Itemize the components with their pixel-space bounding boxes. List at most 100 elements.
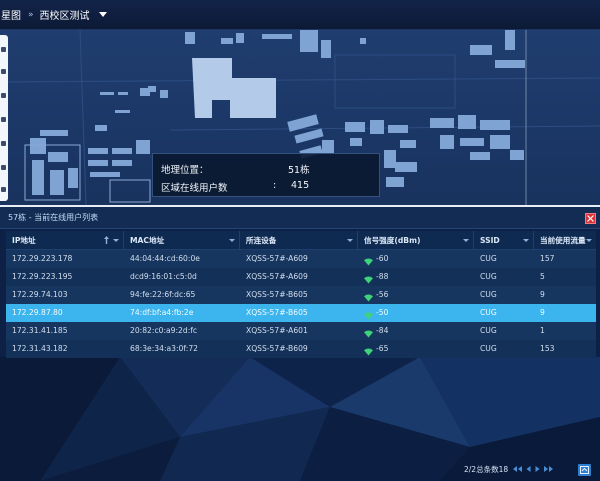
close-button[interactable] xyxy=(585,213,596,224)
map-building[interactable] xyxy=(50,170,64,195)
map-building[interactable] xyxy=(112,160,132,166)
map-building[interactable] xyxy=(221,38,233,44)
first-page-icon[interactable] xyxy=(513,466,523,472)
map-building[interactable] xyxy=(300,30,318,52)
online-users-table: IP地址 MAC地址 所连设备 信号强度(dBm) SSID 当前使用流量 17… xyxy=(6,231,596,358)
cell-device: XQSS-57#-B605 xyxy=(240,304,358,322)
map-building[interactable] xyxy=(30,138,46,154)
map-building[interactable] xyxy=(490,135,510,149)
column-header-label: MAC地址 xyxy=(130,236,165,245)
column-dropdown-icon[interactable] xyxy=(229,239,235,242)
map-building[interactable] xyxy=(495,60,525,68)
location-label: 地理位置： xyxy=(161,165,209,176)
map-building[interactable] xyxy=(430,118,454,128)
map-tool-icon[interactable] xyxy=(1,141,6,146)
map-building[interactable] xyxy=(68,168,78,188)
prev-page-icon[interactable] xyxy=(526,466,531,472)
map-building[interactable] xyxy=(160,90,168,98)
map-building[interactable] xyxy=(322,140,334,154)
next-page-icon[interactable] xyxy=(535,466,540,472)
cell-signal: -60 xyxy=(358,250,474,268)
table-row[interactable]: 172.29.74.103 94:fe:22:6f:dc:65 XQSS-57#-B… xyxy=(6,286,596,304)
map-building[interactable] xyxy=(360,38,366,44)
column-header-ip[interactable]: IP地址 xyxy=(6,231,124,250)
column-dropdown-icon[interactable] xyxy=(113,239,119,242)
map-building[interactable] xyxy=(345,122,365,132)
sort-asc-icon[interactable] xyxy=(104,236,109,244)
map-tool-icon[interactable] xyxy=(1,187,6,192)
map-building[interactable] xyxy=(185,32,195,44)
map-building[interactable] xyxy=(48,152,68,162)
map-building[interactable] xyxy=(480,120,510,130)
column-dropdown-icon[interactable] xyxy=(463,239,469,242)
cell-text: XQSS-57#-A601 xyxy=(246,326,308,335)
map-building[interactable] xyxy=(95,125,107,131)
map-road xyxy=(79,30,87,205)
map-building[interactable] xyxy=(400,140,416,148)
map-building[interactable] xyxy=(294,128,324,144)
cell-traffic: 157 xyxy=(534,250,596,268)
map-building[interactable] xyxy=(350,138,362,146)
column-dropdown-icon[interactable] xyxy=(586,239,592,242)
area-selector[interactable]: 西校区测试 xyxy=(40,7,90,22)
map-building[interactable] xyxy=(88,148,108,154)
table-row[interactable]: 172.29.223.195 dcd9:16:01:c5:0d XQSS-57#-A… xyxy=(6,268,596,286)
map-building[interactable] xyxy=(440,135,454,149)
map-building[interactable] xyxy=(470,45,492,55)
map-building[interactable] xyxy=(40,130,68,136)
export-icon xyxy=(580,466,589,474)
map-building[interactable] xyxy=(136,140,150,154)
cell-signal: -88 xyxy=(358,268,474,286)
map-building[interactable] xyxy=(321,40,331,58)
column-dropdown-icon[interactable] xyxy=(523,239,529,242)
map-building[interactable] xyxy=(88,160,108,166)
map-building[interactable] xyxy=(384,150,396,168)
map-building[interactable] xyxy=(388,125,408,133)
map-building[interactable] xyxy=(460,138,484,146)
map-tool-icon[interactable] xyxy=(1,47,6,52)
table-row[interactable]: 172.29.223.178 44:04:44:cd:60:0e XQSS-57#-… xyxy=(6,250,596,268)
wifi-signal-icon xyxy=(364,291,373,302)
map-building[interactable] xyxy=(370,120,384,134)
cell-ssid: CUG xyxy=(474,268,534,286)
map-building[interactable] xyxy=(510,150,524,160)
table-row[interactable]: 172.31.43.182 68:3e:34:a3:0f:72 XQSS-57#-B… xyxy=(6,340,596,358)
map-building[interactable] xyxy=(236,33,244,43)
map-building[interactable] xyxy=(100,92,114,95)
column-dropdown-icon[interactable] xyxy=(347,239,353,242)
map-tool-icon[interactable] xyxy=(1,117,6,122)
export-button[interactable] xyxy=(578,464,591,476)
column-header-traffic[interactable]: 当前使用流量 xyxy=(534,231,596,250)
cell-text: -88 xyxy=(376,272,389,281)
cell-text: 9 xyxy=(540,308,545,317)
map-building[interactable] xyxy=(386,177,404,187)
table-row[interactable]: 172.29.87.80 74:df:bf:a4:fb:2e XQSS-57#-B6… xyxy=(6,304,596,322)
table-row[interactable]: 172.31.41.185 20:82:c0:a9:2d:fc XQSS-57#-A… xyxy=(6,322,596,340)
map-building[interactable] xyxy=(395,162,417,172)
map-tool-icon[interactable] xyxy=(1,165,6,170)
map-building[interactable] xyxy=(458,115,476,129)
last-page-icon[interactable] xyxy=(544,466,554,472)
map-building[interactable] xyxy=(470,152,490,160)
cell-text: 44:04:44:cd:60:0e xyxy=(130,254,200,263)
column-header-mac[interactable]: MAC地址 xyxy=(124,231,240,250)
app-title[interactable]: 星图 xyxy=(1,7,21,22)
map-building[interactable] xyxy=(90,172,120,177)
map-building[interactable] xyxy=(118,92,128,95)
column-header-signal[interactable]: 信号强度(dBm) xyxy=(358,231,474,250)
column-header-label: 所连设备 xyxy=(246,236,277,245)
map-tool-icon[interactable] xyxy=(1,93,6,98)
map-building-highlighted[interactable] xyxy=(192,58,276,118)
map-building[interactable] xyxy=(505,30,515,50)
map-building[interactable] xyxy=(262,34,292,39)
map-building[interactable] xyxy=(140,88,150,96)
map-tool-icon[interactable] xyxy=(1,69,6,74)
map-building[interactable] xyxy=(32,160,44,195)
column-header-ssid[interactable]: SSID xyxy=(474,231,534,250)
caret-down-icon[interactable] xyxy=(98,12,107,17)
map-building[interactable] xyxy=(112,148,132,154)
pagination: 2/2总条数18 xyxy=(464,462,557,476)
campus-map[interactable]: 地理位置： 51栋 区域在线用户数 : 415 xyxy=(0,30,600,205)
column-header-device[interactable]: 所连设备 xyxy=(240,231,358,250)
map-building[interactable] xyxy=(115,110,130,113)
